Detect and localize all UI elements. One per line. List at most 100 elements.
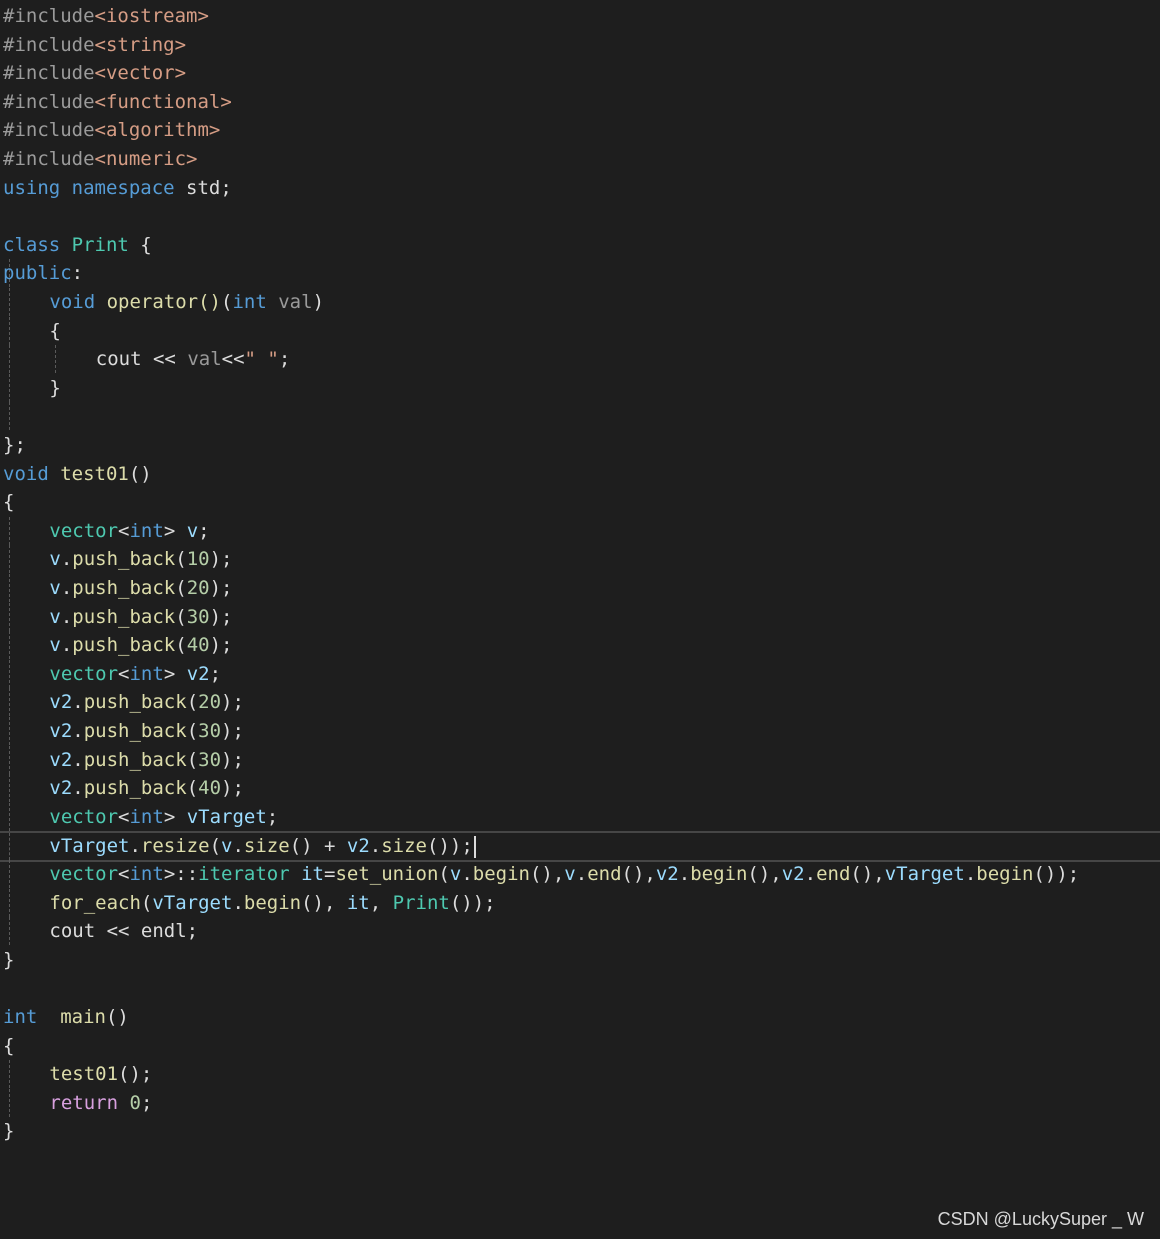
code-line[interactable]: #include<algorithm>	[0, 116, 1160, 144]
code-text: vector<int> v2;	[49, 660, 221, 688]
code-token: #include	[3, 62, 95, 85]
code-token: push_back	[72, 634, 176, 657]
code-token: <vector>	[94, 62, 187, 85]
code-line[interactable]: cout << val<<" ";	[0, 345, 1160, 374]
code-token: push_back	[83, 691, 187, 714]
code-line[interactable]: }	[0, 946, 1160, 974]
code-line[interactable]: #include<string>	[0, 31, 1160, 59]
code-token: (	[186, 720, 199, 742]
code-line[interactable]: using namespace std;	[0, 174, 1160, 202]
code-token: #include	[3, 33, 95, 56]
code-text: return 0;	[49, 1089, 152, 1117]
code-line[interactable]	[0, 402, 1160, 431]
code-line[interactable]: vector<int> vTarget;	[0, 802, 1160, 831]
indent-guide	[9, 833, 10, 861]
code-token: <	[118, 519, 130, 542]
code-line[interactable]: v2.push_back(20);	[0, 688, 1160, 717]
code-line[interactable]: public:	[0, 259, 1160, 288]
code-token: class	[3, 233, 61, 256]
code-line[interactable]: return 0;	[0, 1088, 1160, 1117]
code-token: v	[49, 548, 61, 571]
code-line[interactable]: #include<numeric>	[0, 145, 1160, 173]
code-line[interactable]: #include<vector>	[0, 59, 1160, 87]
code-line[interactable]: {	[0, 488, 1160, 516]
code-text: v2.push_back(30);	[49, 717, 244, 745]
code-token: (	[175, 577, 187, 599]
code-line[interactable]: vector<int>::iterator it=set_union(v.beg…	[0, 860, 1160, 888]
code-token: (),	[621, 863, 656, 885]
code-line[interactable]: for_each(vTarget.begin(), it, Print());	[0, 888, 1160, 917]
code-line[interactable]: void test01()	[0, 460, 1160, 488]
code-token: int	[129, 519, 164, 542]
code-line[interactable]: v2.push_back(30);	[0, 745, 1160, 774]
code-line[interactable]: vector<int> v;	[0, 516, 1160, 545]
text-caret	[473, 835, 476, 858]
code-line[interactable]: v.push_back(20);	[0, 574, 1160, 602]
code-line[interactable]: v.push_back(40);	[0, 631, 1160, 660]
code-text: #include<iostream>	[3, 2, 209, 30]
code-token: set_union	[335, 863, 439, 885]
code-line[interactable]: v.push_back(30);	[0, 602, 1160, 631]
code-token: (	[175, 605, 187, 628]
indent-guide	[9, 717, 10, 745]
code-token: push_back	[72, 577, 176, 599]
code-token: (),	[301, 891, 347, 914]
code-token: ;	[140, 1091, 153, 1114]
code-token: <numeric>	[94, 148, 198, 170]
code-token: Print	[392, 891, 450, 914]
code-line[interactable]: int main()	[0, 1003, 1160, 1031]
code-token: iterator	[198, 863, 290, 885]
code-line[interactable]	[0, 202, 1160, 230]
indent-guide	[9, 688, 10, 717]
code-line[interactable]: test01();	[0, 1060, 1160, 1089]
code-token: for_each	[49, 891, 141, 914]
code-token: (	[186, 691, 199, 714]
code-token: (	[186, 748, 199, 771]
code-token: (	[175, 548, 187, 571]
code-token: 20	[198, 691, 222, 714]
code-token: .	[369, 835, 382, 858]
code-line[interactable]: #include<functional>	[0, 88, 1160, 116]
code-line[interactable]: vector<int> v2;	[0, 659, 1160, 688]
code-line[interactable]: class Print {	[0, 231, 1160, 259]
code-token: .	[804, 863, 817, 885]
code-text: cout << endl;	[49, 917, 198, 945]
code-line[interactable]: }	[0, 373, 1160, 402]
code-line-current[interactable]: vTarget.resize(v.size() + v2.size());	[0, 831, 1160, 863]
indent-guide	[9, 802, 10, 831]
code-line[interactable]: }	[0, 1117, 1160, 1145]
code-line[interactable]: v2.push_back(40);	[0, 774, 1160, 803]
code-token: void	[49, 291, 96, 313]
code-token: (	[175, 634, 187, 657]
code-token: (),	[529, 863, 565, 885]
code-token: ()	[105, 1006, 129, 1028]
code-token: ());	[427, 835, 473, 858]
code-line[interactable]: {	[0, 1032, 1160, 1060]
code-line[interactable]: };	[0, 431, 1160, 459]
code-token: vector	[49, 863, 119, 885]
code-token: int	[129, 805, 164, 828]
code-token: <iostream>	[94, 5, 209, 27]
code-token: push_back	[72, 548, 176, 571]
code-token: ,	[369, 891, 393, 914]
code-token: 30	[186, 605, 210, 628]
indent-guide	[9, 631, 10, 660]
code-token: <algorithm>	[94, 119, 221, 142]
code-token: );	[221, 748, 244, 771]
code-line[interactable]: v.push_back(10);	[0, 545, 1160, 574]
code-token: .	[575, 863, 588, 885]
code-line[interactable]: #include<iostream>	[0, 2, 1160, 30]
code-text: v.push_back(10);	[49, 545, 232, 573]
code-line[interactable]: void operator()(int val)	[0, 288, 1160, 316]
code-line[interactable]: v2.push_back(30);	[0, 717, 1160, 745]
code-token: .	[60, 548, 73, 571]
code-line[interactable]	[0, 974, 1160, 1002]
code-line[interactable]: cout << endl;	[0, 917, 1160, 946]
code-token: <	[118, 805, 130, 828]
code-editor[interactable]: #include<iostream> #include<string> #inclu…	[0, 0, 1160, 1239]
code-token: }	[49, 376, 61, 399]
code-line[interactable]: {	[0, 316, 1160, 345]
code-text: v.push_back(20);	[49, 574, 232, 602]
code-token: ());	[1033, 863, 1080, 885]
